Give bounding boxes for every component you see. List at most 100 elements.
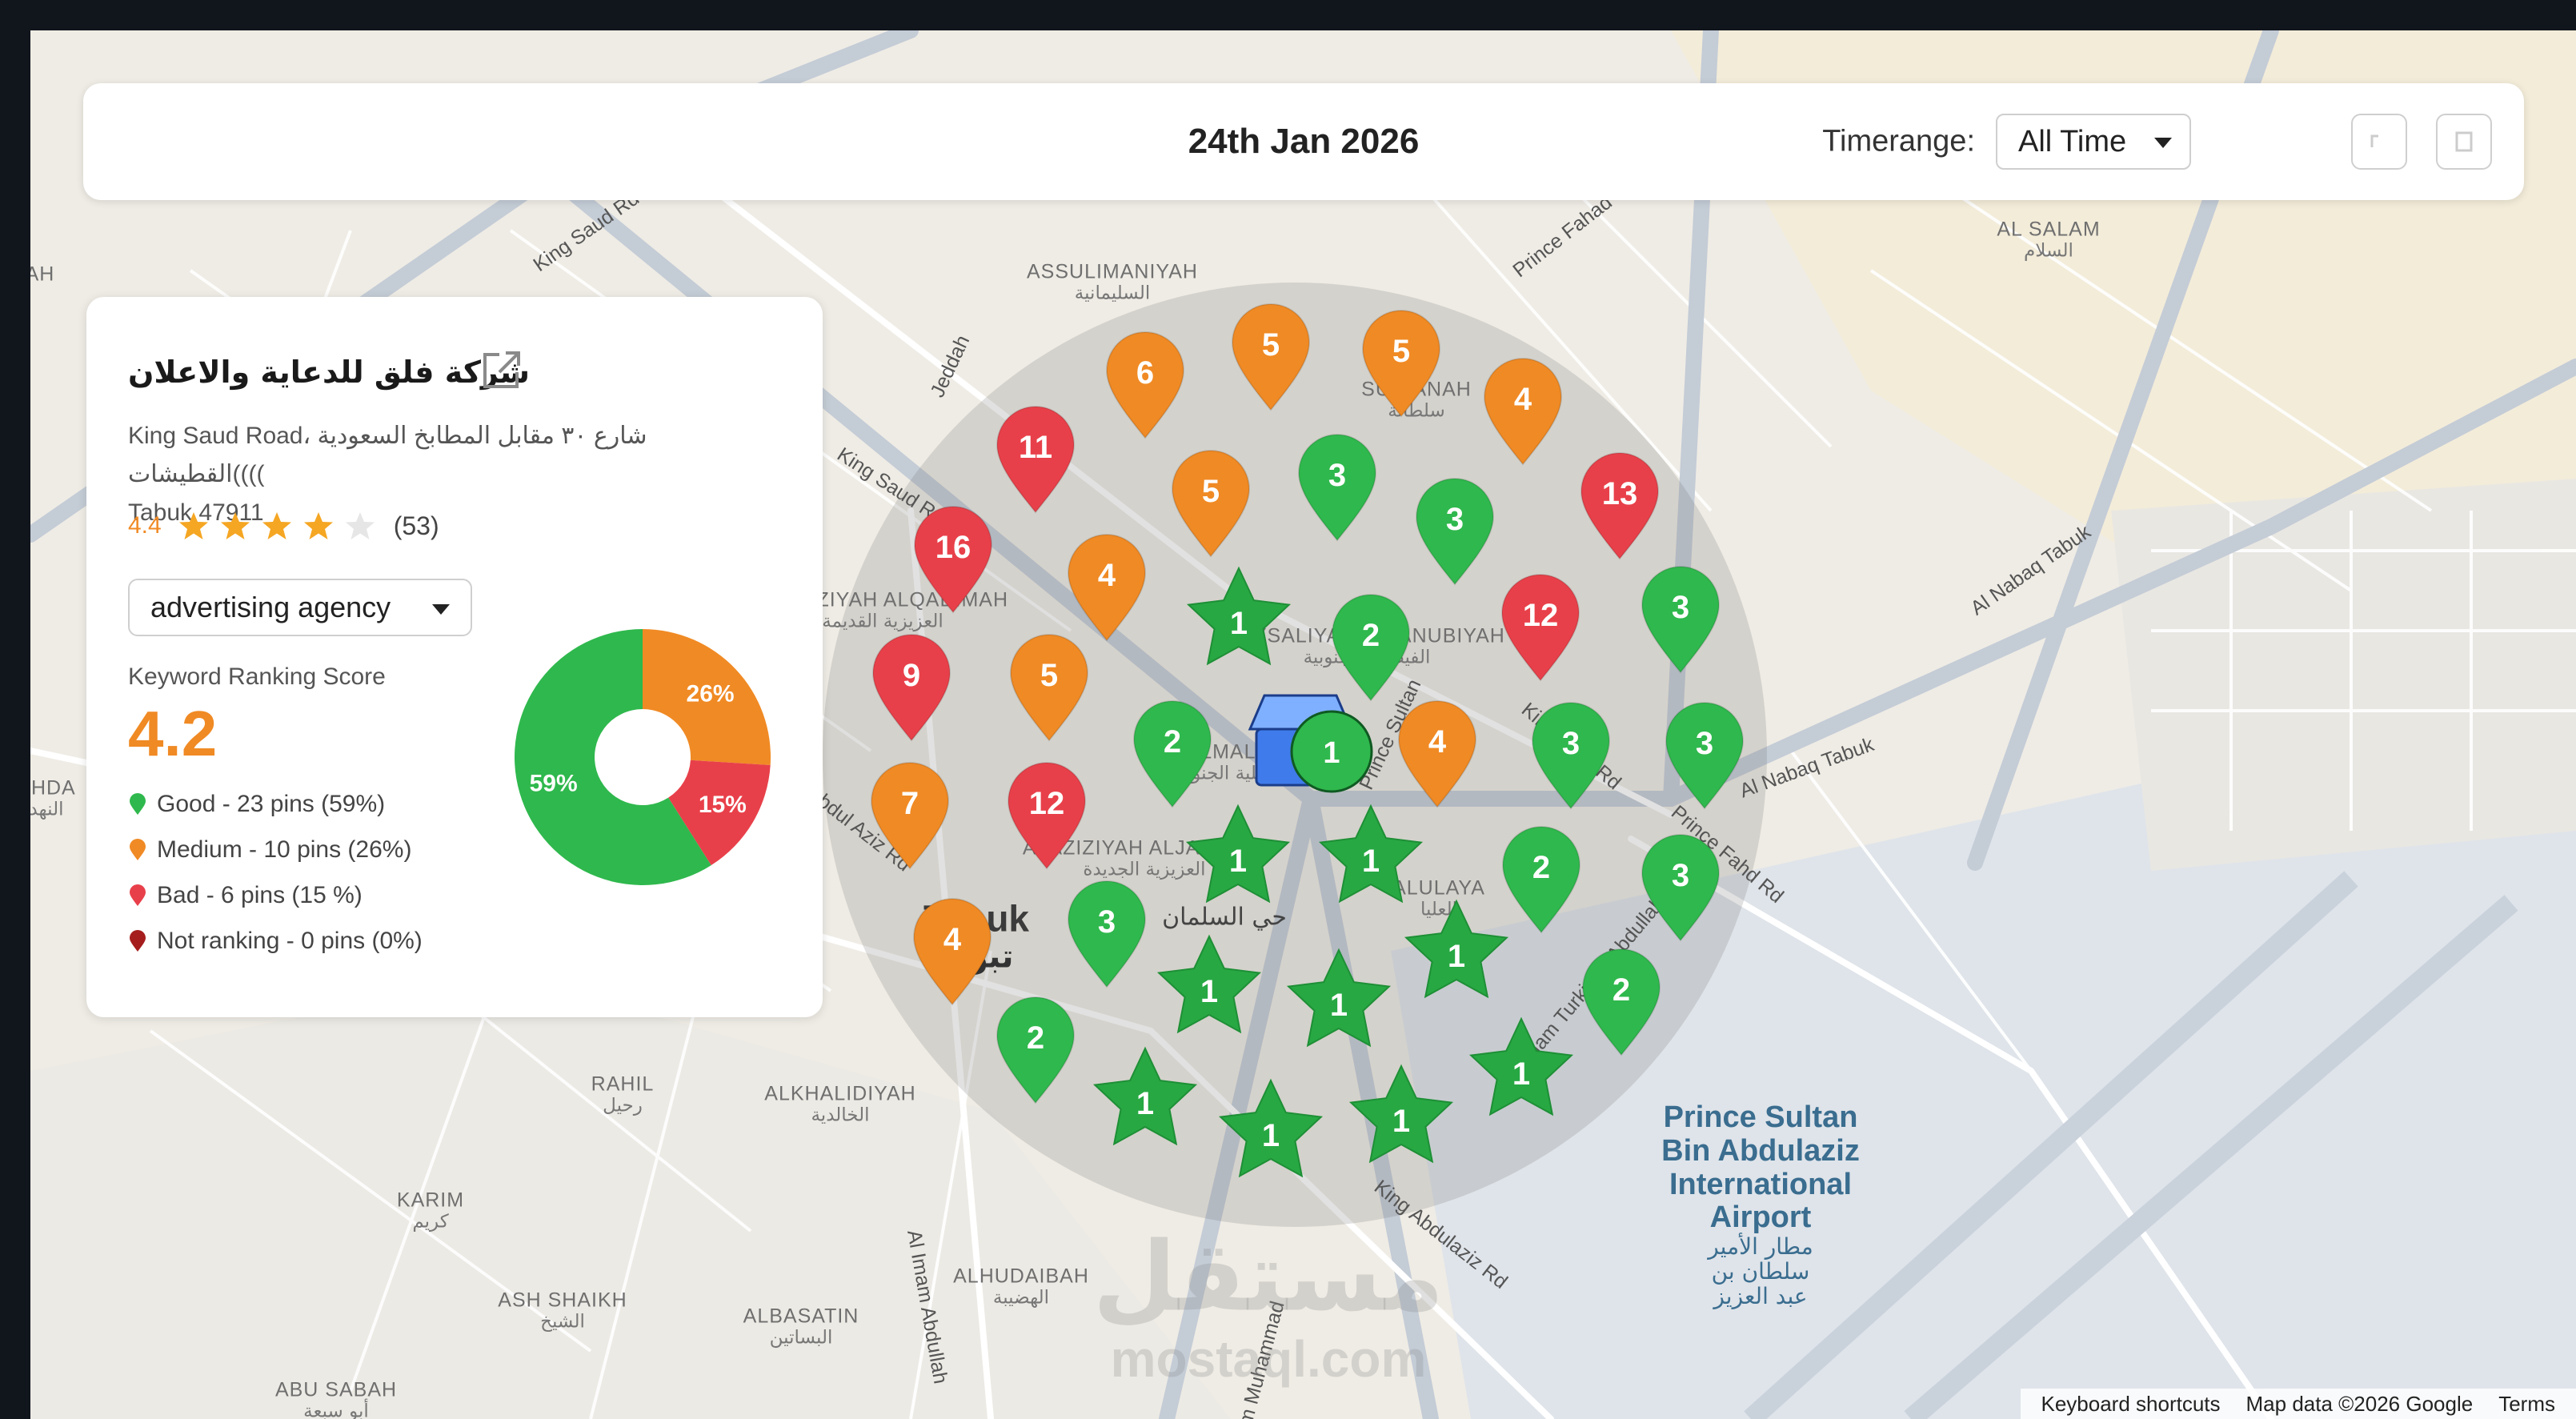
rank-pin[interactable]: 4 xyxy=(1067,534,1147,642)
pin-rank-label: 3 xyxy=(1098,904,1116,940)
pin-rank-label: 5 xyxy=(1040,658,1058,693)
business-card: شركة فلق للدعاية والاعلان King Saud Road… xyxy=(86,297,823,1017)
star-filled-icon xyxy=(303,512,333,539)
rating-value: 4.4 xyxy=(128,512,162,539)
pin-rank-label: 3 xyxy=(1672,590,1689,625)
rank-pin[interactable]: 5 xyxy=(1361,310,1441,418)
rank-pin[interactable]: 4 xyxy=(1397,700,1477,808)
address-line-1: King Saud Road، شارع ٣٠ مقابل المطابخ ال… xyxy=(128,423,647,487)
pin-rank-label: 3 xyxy=(1328,458,1346,493)
rank-star-pin[interactable]: 1 xyxy=(1286,948,1392,1048)
share-icon xyxy=(2455,131,2473,152)
rank-pin[interactable]: 3 xyxy=(1531,702,1611,810)
pin-rank-label: 4 xyxy=(1514,382,1532,417)
pin-rank-label: 3 xyxy=(1562,726,1580,761)
pin-rank-label: 11 xyxy=(1019,430,1052,465)
legend-row: Not ranking - 0 pins (0%) xyxy=(128,925,423,957)
rank-pin[interactable]: 3 xyxy=(1415,478,1495,586)
legend-row: Bad - 6 pins (15 %) xyxy=(128,880,363,912)
pin-rank-label: 9 xyxy=(903,658,920,693)
rank-pin[interactable]: 16 xyxy=(913,506,993,614)
pin-rank-label: 3 xyxy=(1672,858,1689,893)
rank-pin[interactable]: 3 xyxy=(1641,834,1721,942)
pin-rank-label: 1 xyxy=(1362,844,1380,879)
store-icon[interactable]: 1 xyxy=(1248,694,1373,793)
timerange-select[interactable]: All Time xyxy=(1996,114,2191,170)
map-pin-icon xyxy=(130,793,146,815)
rank-pin[interactable]: 7 xyxy=(870,762,950,870)
map-pin-icon xyxy=(130,839,146,860)
map-pin-icon xyxy=(130,930,146,952)
rank-pin[interactable]: 12 xyxy=(1007,762,1087,870)
rank-pin[interactable]: 2 xyxy=(1501,826,1581,934)
center-rank-label: 1 xyxy=(1323,736,1340,770)
pin-rank-label: 13 xyxy=(1602,476,1638,511)
rank-pin[interactable]: 2 xyxy=(1132,700,1212,808)
rank-pin[interactable]: 3 xyxy=(1641,566,1721,674)
rank-star-pin[interactable]: 1 xyxy=(1185,804,1291,904)
pin-rank-label: 5 xyxy=(1392,334,1410,369)
pin-rank-label: 1 xyxy=(1229,844,1247,879)
caret-down-icon xyxy=(2154,138,2172,148)
score-donut-chart: 26% 15% 59% xyxy=(514,629,771,885)
pin-rank-label: 4 xyxy=(943,922,962,957)
donut-label: 15% xyxy=(699,792,747,818)
category-select[interactable]: advertising agency xyxy=(128,579,472,636)
pin-rank-label: 16 xyxy=(935,530,972,565)
map-data-text: Map data ©2026 Google xyxy=(2245,1391,2474,1416)
rank-pin[interactable]: 3 xyxy=(1297,434,1377,542)
export-button[interactable] xyxy=(2351,114,2407,170)
rank-pin[interactable]: 2 xyxy=(1331,594,1411,702)
rank-pin[interactable]: 5 xyxy=(1171,450,1251,558)
rank-pin[interactable]: 4 xyxy=(912,898,992,1006)
pin-rank-label: 1 xyxy=(1200,974,1218,1009)
rank-pin[interactable]: 2 xyxy=(1581,948,1661,1056)
pin-rank-label: 7 xyxy=(901,786,919,821)
rank-pin[interactable]: 4 xyxy=(1483,358,1563,466)
business-name: شركة فلق للدعاية والاعلان xyxy=(128,355,530,390)
pin-rank-label: 12 xyxy=(1029,786,1065,821)
share-button[interactable] xyxy=(2436,114,2492,170)
rank-star-pin[interactable]: 1 xyxy=(1404,899,1509,999)
terms-link[interactable]: Terms xyxy=(2498,1392,2555,1417)
pin-rank-label: 2 xyxy=(1613,972,1630,1008)
pin-rank-label: 5 xyxy=(1202,474,1220,509)
export-icon xyxy=(2370,134,2378,147)
rank-star-pin[interactable]: 1 xyxy=(1186,566,1292,666)
rank-star-pin[interactable]: 1 xyxy=(1348,1064,1454,1164)
rank-pin[interactable]: 3 xyxy=(1665,702,1745,810)
pin-rank-label: 1 xyxy=(1512,1056,1530,1092)
rating-stars xyxy=(178,510,386,542)
rank-pin[interactable]: 5 xyxy=(1009,634,1089,742)
rank-pin[interactable]: 2 xyxy=(996,996,1076,1104)
legend-row: Good - 23 pins (59%) xyxy=(128,788,385,820)
rank-star-pin[interactable]: 1 xyxy=(1218,1078,1324,1178)
star-filled-icon xyxy=(178,512,208,539)
rank-star-pin[interactable]: 1 xyxy=(1318,804,1424,904)
rank-star-pin[interactable]: 1 xyxy=(1156,934,1262,1034)
rank-pin[interactable]: 5 xyxy=(1231,303,1311,411)
rank-star-pin[interactable]: 1 xyxy=(1092,1046,1198,1146)
report-date: 24th Jan 2026 xyxy=(1188,122,1420,161)
pin-rank-label: 1 xyxy=(1392,1104,1410,1139)
rank-pin[interactable]: 13 xyxy=(1580,452,1660,560)
pin-rank-label: 2 xyxy=(1164,724,1181,760)
timerange-value: All Time xyxy=(2018,125,2127,158)
star-empty-icon xyxy=(345,512,375,539)
legend-row: Medium - 10 pins (26%) xyxy=(128,834,411,866)
legend-label: Good - 23 pins (59%) xyxy=(157,791,386,817)
rank-pin[interactable]: 12 xyxy=(1500,574,1580,682)
keyboard-shortcuts-link[interactable]: Keyboard shortcuts xyxy=(2041,1392,2221,1417)
legend-label: Medium - 10 pins (26%) xyxy=(157,836,412,863)
rank-star-pin[interactable]: 1 xyxy=(1468,1016,1574,1116)
legend-label: Bad - 6 pins (15 %) xyxy=(157,882,363,908)
pin-rank-label: 2 xyxy=(1362,618,1380,653)
review-count: (53) xyxy=(393,511,439,540)
score-label: Keyword Ranking Score xyxy=(128,663,386,690)
external-link-icon[interactable] xyxy=(479,348,523,393)
donut-label: 26% xyxy=(687,681,735,707)
rank-pin[interactable]: 6 xyxy=(1105,331,1185,439)
rank-pin[interactable]: 11 xyxy=(996,406,1076,514)
rank-pin[interactable]: 3 xyxy=(1067,880,1147,988)
rank-pin[interactable]: 9 xyxy=(871,634,951,742)
